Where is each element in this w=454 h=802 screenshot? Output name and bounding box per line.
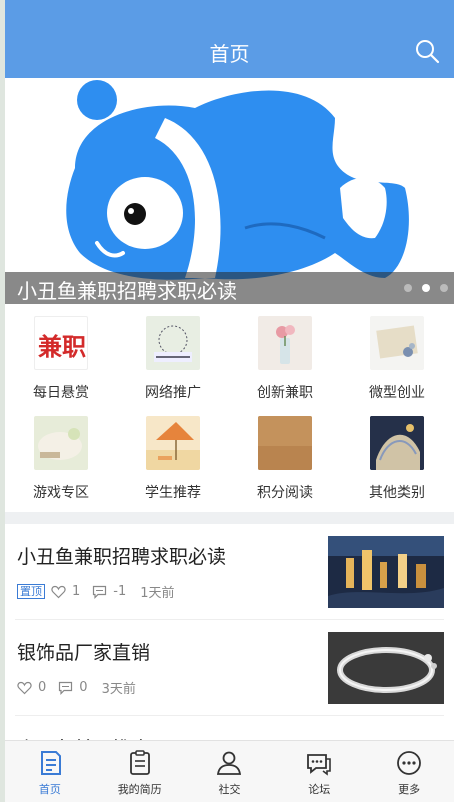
tab-label: 我的简历 — [117, 783, 162, 796]
category-label: 游戏专区 — [33, 485, 89, 501]
app-screen: 首页 小丑鱼兼职招聘求职必读 兼职 每日悬赏 网络推广 创新兼职 微型创业 游戏… — [5, 0, 454, 802]
tab-label: 社交 — [218, 783, 241, 796]
clownfish-banner-image — [66, 80, 409, 280]
category-label: 学生推荐 — [145, 485, 201, 501]
category-grid: 兼职 每日悬赏 网络推广 创新兼职 微型创业 游戏专区 学生推荐 积分阅读 其他… — [5, 304, 454, 512]
category-student-recommend[interactable]: 学生推荐 — [117, 412, 229, 512]
category-label: 每日悬赏 — [33, 385, 89, 401]
post-time: 1天前 — [140, 586, 175, 601]
heart-icon — [51, 585, 66, 598]
category-network-promotion[interactable]: 网络推广 — [117, 312, 229, 412]
social-person-icon — [217, 751, 242, 775]
resume-icon — [129, 750, 150, 775]
startup-icon — [370, 316, 424, 370]
category-points-reading[interactable]: 积分阅读 — [229, 412, 341, 512]
tab-more[interactable]: 更多 — [364, 741, 454, 802]
top-navigation-bar: 首页 — [5, 0, 454, 78]
more-icon — [397, 751, 421, 775]
feed-item-image-silver-bracelet — [328, 632, 444, 704]
feed-item-title: 银饰品厂家直销 — [17, 642, 151, 664]
tab-label: 论坛 — [308, 783, 331, 796]
game-icon — [34, 416, 88, 470]
search-icon[interactable] — [414, 38, 440, 64]
tab-label: 首页 — [38, 783, 61, 796]
section-divider — [5, 512, 454, 524]
category-label: 微型创业 — [369, 385, 425, 401]
comment-icon — [93, 585, 107, 599]
student-icon — [146, 416, 200, 470]
reading-icon — [258, 416, 312, 470]
category-other[interactable]: 其他类别 — [341, 412, 453, 512]
banner-caption: 小丑鱼兼职招聘求职必读 — [17, 279, 237, 303]
comment-count: -1 — [113, 584, 127, 599]
tab-forum[interactable]: 论坛 — [274, 741, 364, 802]
category-game-zone[interactable]: 游戏专区 — [5, 412, 117, 512]
carousel-dot-active[interactable] — [422, 284, 430, 292]
comment-count: 0 — [79, 680, 88, 695]
bounty-icon: 兼职 — [34, 316, 88, 370]
pinned-badge: 置顶 — [17, 584, 45, 599]
heart-icon — [17, 681, 32, 694]
carousel-dot[interactable] — [404, 284, 412, 292]
bottom-tab-bar: 首页 我的简历 社交 论坛 更多 — [5, 740, 454, 802]
banner-caption-bar: 小丑鱼兼职招聘求职必读 — [5, 272, 454, 304]
page-title: 首页 — [209, 42, 250, 66]
category-daily-bounty[interactable]: 兼职 每日悬赏 — [5, 312, 117, 412]
like-count: 0 — [38, 680, 47, 695]
category-label: 其他类别 — [369, 485, 425, 501]
feed-item-meta: 置顶 1 -1 1天前 — [17, 582, 175, 601]
post-time: 3天前 — [101, 682, 136, 697]
category-label: 网络推广 — [145, 385, 201, 401]
feed-item[interactable]: 银饰品厂家直销 0 0 3天前 — [15, 620, 444, 716]
carousel-indicator — [404, 284, 448, 292]
post-feed: 小丑鱼兼职招聘求职必读 置顶 1 -1 1天前 银饰品厂家直销 0 0 3天前 — [5, 524, 454, 760]
like-count: 1 — [72, 584, 81, 599]
innovation-icon — [258, 316, 312, 370]
tab-social[interactable]: 社交 — [185, 741, 275, 802]
category-label: 创新兼职 — [257, 385, 313, 401]
other-icon — [370, 416, 424, 470]
feed-item-meta: 0 0 3天前 — [17, 678, 136, 697]
category-label: 积分阅读 — [257, 485, 313, 501]
category-micro-startup[interactable]: 微型创业 — [341, 312, 453, 412]
feed-item-title: 小丑鱼兼职招聘求职必读 — [17, 546, 227, 568]
tab-home[interactable]: 首页 — [5, 741, 95, 802]
carousel-dot[interactable] — [440, 284, 448, 292]
promotion-icon — [146, 316, 200, 370]
feed-item-image-city-night — [328, 536, 444, 608]
tab-label: 更多 — [398, 783, 421, 796]
comment-icon — [59, 681, 73, 695]
home-doc-icon — [40, 751, 61, 775]
svg-text:兼职: 兼职 — [38, 333, 86, 361]
tab-my-resume[interactable]: 我的简历 — [95, 741, 185, 802]
feed-item[interactable]: 小丑鱼兼职招聘求职必读 置顶 1 -1 1天前 — [15, 524, 444, 620]
forum-chat-icon — [307, 754, 332, 776]
category-innovation-parttime[interactable]: 创新兼职 — [229, 312, 341, 412]
banner-carousel[interactable]: 小丑鱼兼职招聘求职必读 — [5, 78, 454, 304]
